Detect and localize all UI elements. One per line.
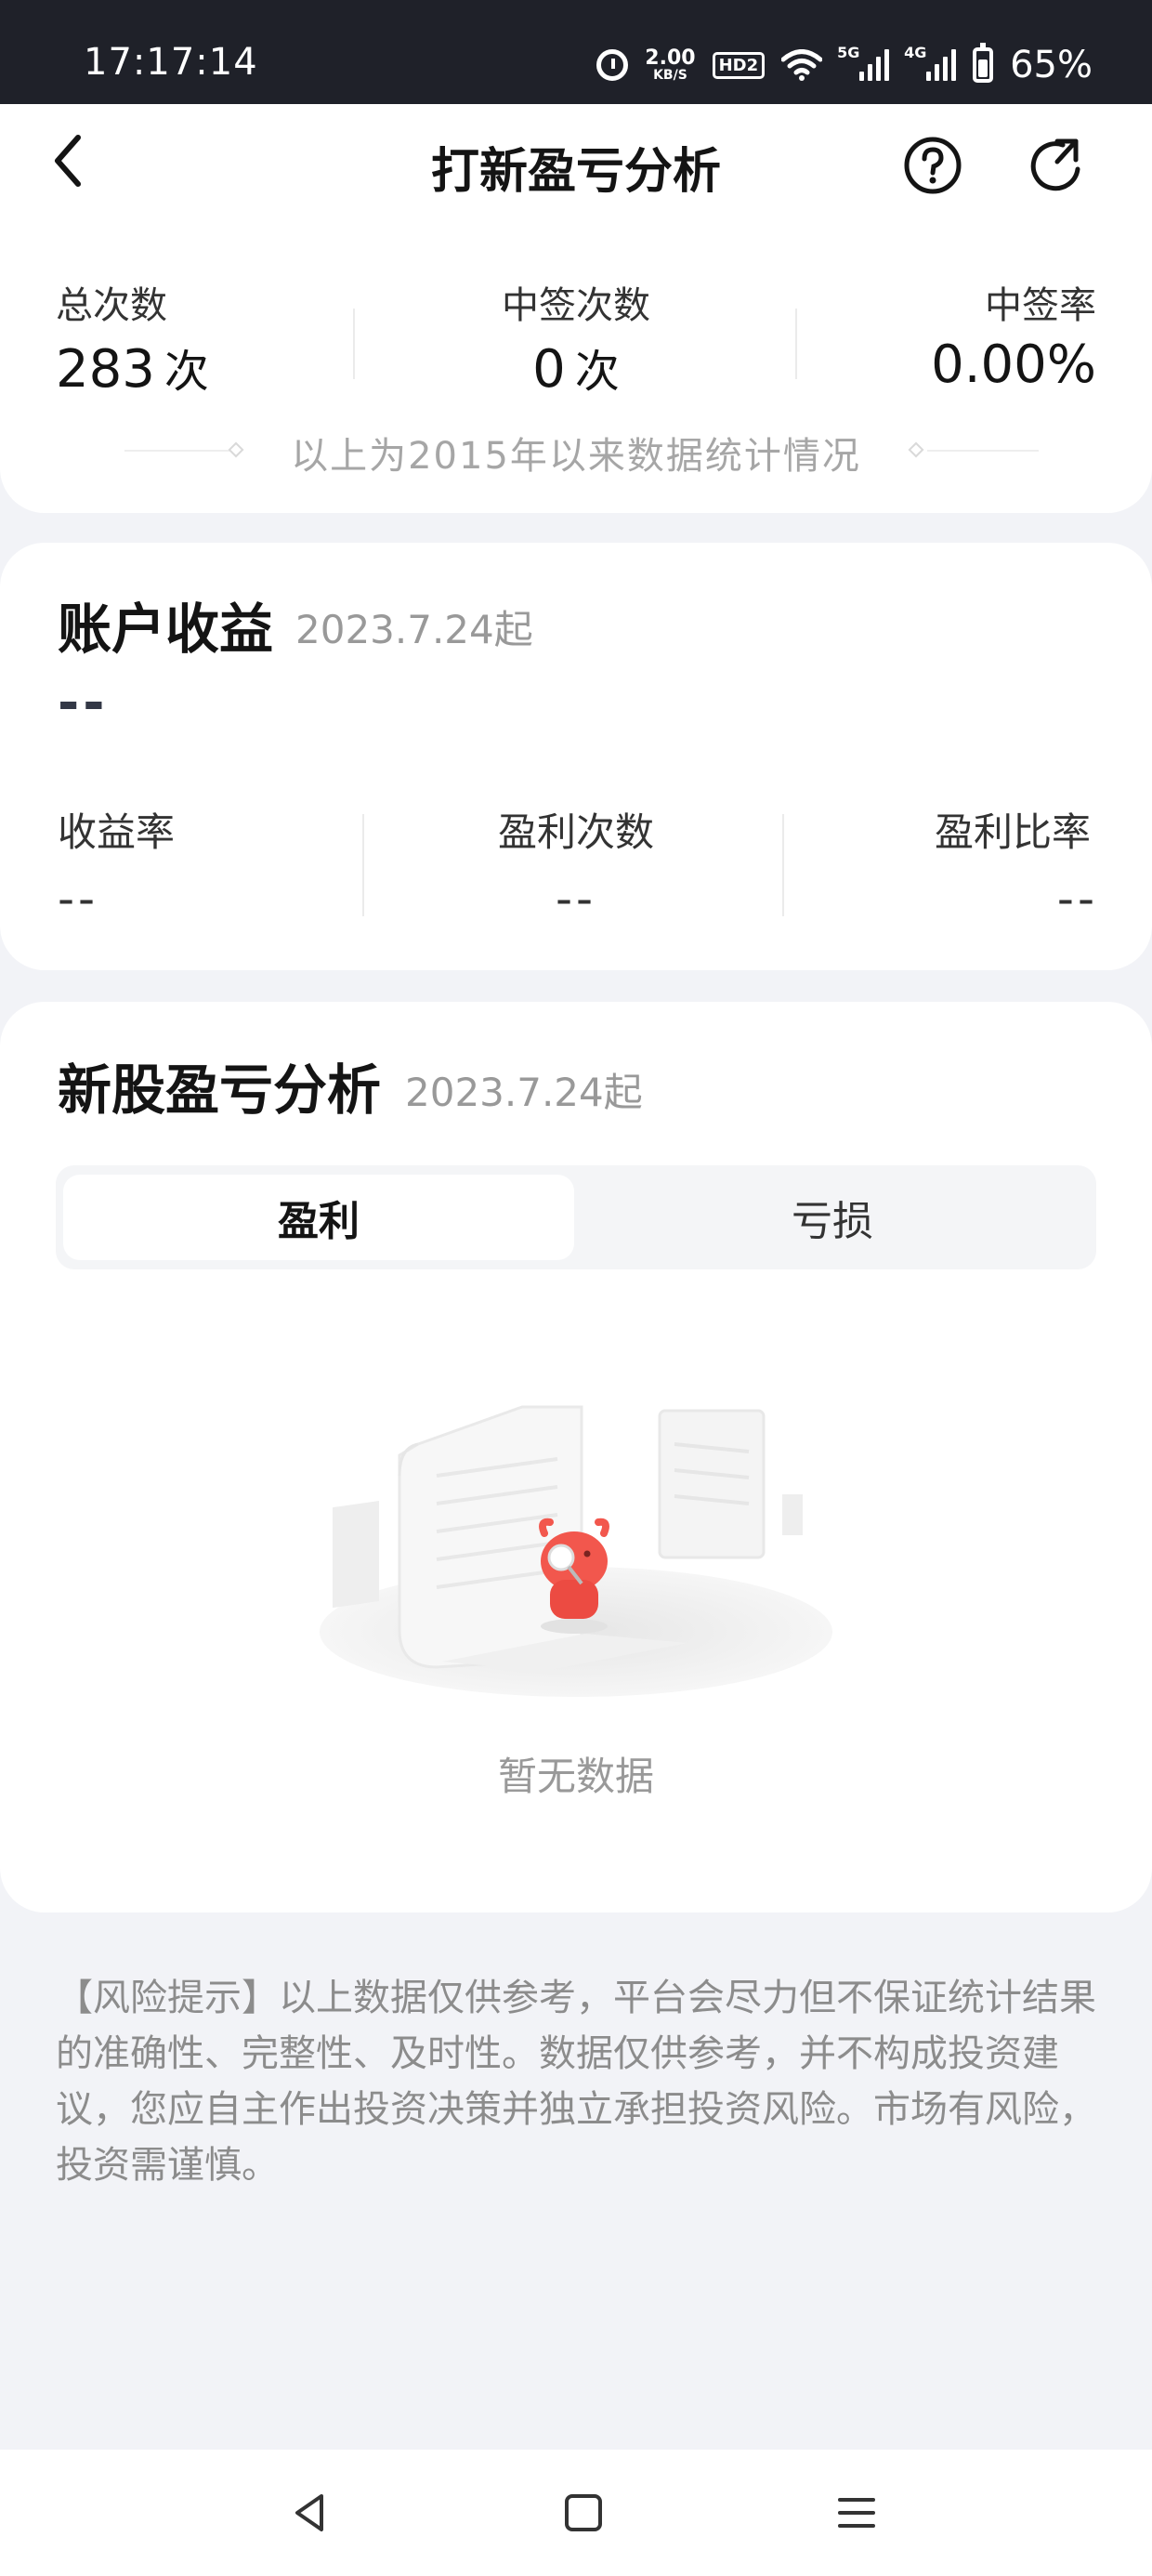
profit-count-value: -- <box>555 872 597 926</box>
alarm-icon <box>596 49 629 81</box>
ipo-analysis-card: 新股盈亏分析 2023.7.24起 盈利 亏损 暂无数据 <box>0 1002 1152 1912</box>
top-nav-bar: 打新盈亏分析 <box>0 104 1152 216</box>
profit-loss-tabs: 盈利 亏损 <box>56 1165 1096 1269</box>
network-speed-unit: KB/S <box>653 68 687 83</box>
back-triangle-icon[interactable] <box>284 2487 336 2539</box>
account-earnings-value: -- <box>58 673 109 733</box>
profit-ratio-value: -- <box>1056 872 1098 926</box>
stats-footnote: 以上为2015年以来数据统计情况 <box>291 435 861 478</box>
signal-4g-icon: 4G <box>904 44 957 81</box>
profit-ratio-label: 盈利比率 <box>934 809 1091 855</box>
page-title: 打新盈亏分析 <box>430 144 721 200</box>
account-earnings-title: 账户收益 <box>58 598 274 661</box>
win-count-number: 0 <box>532 339 566 400</box>
hd-icon: HD2 <box>712 51 766 79</box>
share-icon[interactable] <box>1026 136 1087 197</box>
summary-card: 总次数 283 次 中签次数 0次 中签率 0.00% 以上为2015年以来数据统… <box>0 216 1152 513</box>
empty-state-bull-icon <box>320 1405 832 1697</box>
risk-disclaimer: 【风险提示】以上数据仅供参考，平台会尽力但不保证统计结果的准确性、完整性、及时性… <box>56 1977 1096 2187</box>
tab-loss[interactable]: 亏损 <box>576 1175 1089 1260</box>
help-icon[interactable] <box>903 136 962 195</box>
system-nav-bar <box>0 2450 1152 2576</box>
win-count-unit: 次 <box>574 346 620 398</box>
status-bar: 17:17:14 2.00 KB/S HD2 5G 4G 65% <box>0 0 1152 104</box>
empty-state-text: 暂无数据 <box>497 1754 654 1799</box>
home-square-icon[interactable] <box>557 2487 609 2539</box>
account-earnings-date: 2023.7.24起 <box>295 607 533 652</box>
status-time: 17:17:14 <box>84 41 258 84</box>
battery-icon <box>973 43 994 83</box>
wifi-icon <box>781 49 823 81</box>
win-count-label: 中签次数 <box>502 284 650 327</box>
battery-percent: 65% <box>1010 44 1093 86</box>
ipo-analysis-title: 新股盈亏分析 <box>58 1058 382 1122</box>
battery-level-fill <box>978 59 988 77</box>
ipo-analysis-date: 2023.7.24起 <box>405 1070 643 1115</box>
network-speed-value: 2.00 <box>645 46 696 70</box>
status-icons: 2.00 KB/S HD2 5G 4G 65% <box>596 43 1093 87</box>
divider <box>782 814 784 916</box>
win-rate-label: 中签率 <box>985 284 1096 327</box>
signal-4g-label: 4G <box>904 44 927 61</box>
signal-5g-icon: 5G <box>837 44 890 81</box>
signal-5g-label: 5G <box>837 44 860 61</box>
footnote-line-right <box>927 450 1039 452</box>
tab-profit[interactable]: 盈利 <box>63 1175 574 1260</box>
network-speed: 2.00 KB/S <box>645 46 696 83</box>
account-earnings-card: 账户收益 2023.7.24起 -- 收益率 -- 盈利次数 -- 盈利比率 -… <box>0 543 1152 970</box>
menu-lines-icon[interactable] <box>831 2487 883 2539</box>
divider <box>795 309 797 379</box>
win-rate-value: 0.00% <box>931 335 1096 395</box>
